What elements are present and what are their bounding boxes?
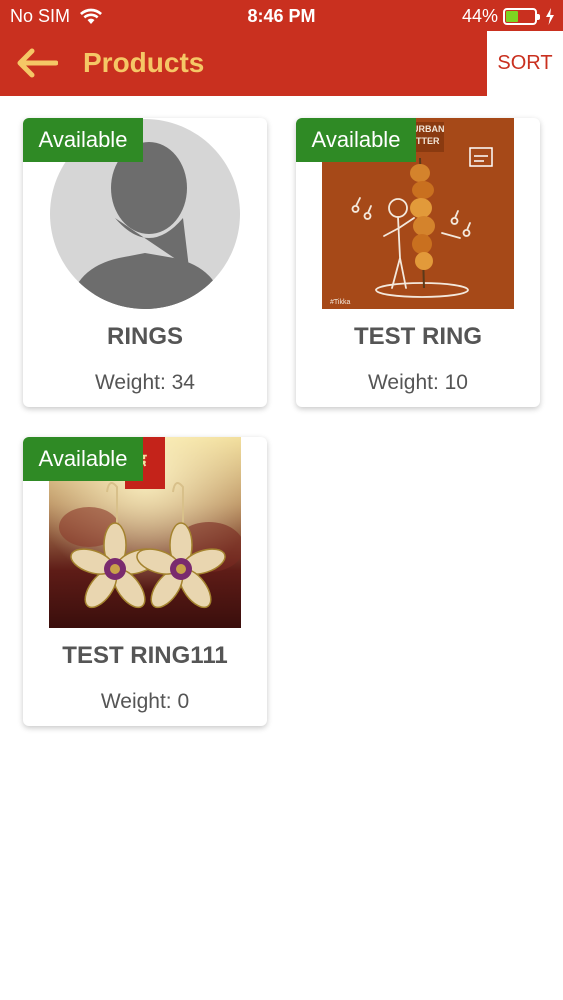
availability-badge: Available	[23, 118, 143, 162]
poster-line2: TTER	[416, 136, 440, 146]
product-card-test-ring[interactable]: URBAN TTER #Tikka Available TEST RING We…	[296, 118, 540, 407]
product-weight: Weight: 10	[367, 371, 468, 394]
back-button[interactable]	[14, 45, 60, 81]
nav-bar: Products SORT	[0, 31, 563, 96]
product-name: TEST RING111	[62, 642, 228, 669]
arrow-left-icon	[17, 48, 58, 78]
poster-line1: URBAN	[412, 124, 445, 134]
product-name: TEST RING	[353, 323, 482, 350]
battery-percent: 44%	[461, 6, 498, 26]
product-weight: Weight: 34	[94, 371, 195, 394]
product-name: RINGS	[106, 323, 183, 350]
battery-fill	[506, 10, 518, 22]
poster-hashtag: #Tikka	[330, 299, 350, 306]
product-weight: Weight: 0	[100, 690, 190, 713]
battery-icon	[503, 7, 540, 25]
status-right: 44%	[462, 5, 555, 27]
product-card-test-ring111[interactable]: नंद	[23, 437, 267, 726]
availability-badge: Available	[296, 118, 416, 162]
app-header: No SIM 8:46 PM 44% Products SORT	[0, 0, 563, 96]
page-title: Products	[83, 47, 205, 78]
product-card-rings[interactable]: Available RINGS Weight: 34	[23, 118, 267, 407]
status-bar: No SIM 8:46 PM 44%	[0, 0, 563, 31]
sort-button[interactable]: SORT	[487, 31, 563, 96]
charging-icon	[546, 7, 554, 25]
availability-badge: Available	[23, 437, 143, 481]
